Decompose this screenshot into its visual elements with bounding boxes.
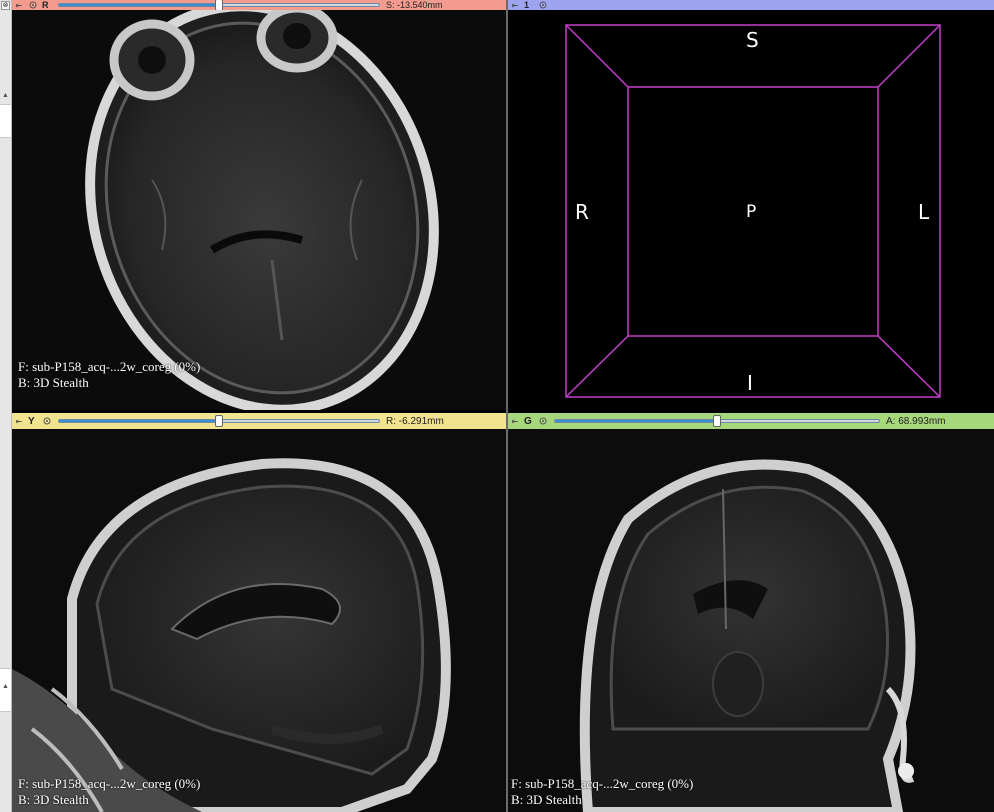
green-background-label: B: 3D Stealth [511, 792, 582, 807]
red-background-label: B: 3D Stealth [18, 375, 89, 390]
green-slice-controller: ⇤ G A: 68.993mm [508, 413, 994, 429]
pin-icon[interactable]: ⇤ [510, 417, 520, 426]
view-divider [506, 0, 508, 812]
slice-settings-icon[interactable] [538, 417, 548, 425]
orientation-inferior: I [747, 371, 753, 395]
slice-settings-icon[interactable] [42, 417, 52, 425]
orientation-right: R [575, 200, 589, 224]
orientation-left: L [918, 200, 930, 224]
green-offset-slider[interactable] [554, 415, 880, 427]
red-slice-controller: ⇤ R S: -13.540mm [12, 0, 506, 11]
yellow-slice-controller: ⇤ Y R: -6.291mm [12, 413, 506, 429]
slice-settings-icon[interactable] [28, 1, 38, 9]
red-slice-view[interactable]: F: sub-P158_acq-...2w_coreg (0%) B: 3D S… [12, 10, 506, 410]
pin-icon[interactable]: ⇤ [14, 1, 24, 10]
green-slice-view[interactable]: F: sub-P158_acq-...2w_coreg (0%) B: 3D S… [508, 429, 994, 812]
yellow-background-label: B: 3D Stealth [18, 792, 89, 807]
green-slider-handle[interactable] [713, 415, 721, 427]
left-panel-section-lower [0, 668, 11, 712]
orientation-superior: S [746, 28, 759, 52]
threed-view-label: 1 [524, 0, 530, 10]
green-offset-value: A: 68.993mm [886, 415, 946, 427]
threed-view[interactable]: S I R L P [508, 10, 994, 410]
green-foreground-label: F: sub-P158_acq-...2w_coreg (0%) [511, 776, 694, 791]
pin-icon[interactable]: ⇤ [14, 417, 24, 426]
caret-up-icon: ▲ [2, 92, 9, 99]
red-foreground-label: F: sub-P158_acq-...2w_coreg (0%) [18, 359, 201, 374]
coronal-brain-image [508, 429, 994, 812]
yellow-slider-handle[interactable] [215, 415, 223, 427]
collapse-icon[interactable]: ⊗ [1, 1, 10, 10]
axial-brain-image [12, 10, 506, 410]
yellow-offset-value: R: -6.291mm [386, 415, 444, 427]
red-offset-slider[interactable] [58, 0, 380, 11]
sagittal-brain-image [12, 429, 506, 812]
yellow-offset-slider[interactable] [58, 415, 380, 427]
pin-icon[interactable]: ⇤ [510, 1, 520, 10]
threed-settings-icon[interactable] [538, 1, 548, 9]
left-panel-strip: ⊗ ▲ ▲ [0, 0, 12, 812]
orientation-posterior: P [746, 202, 757, 222]
caret-down-icon: ▲ [2, 683, 9, 690]
threed-view-controller: ⇤ 1 [508, 0, 994, 10]
yellow-slice-view[interactable]: F: sub-P158_acq-...2w_coreg (0%) B: 3D S… [12, 429, 506, 812]
yellow-view-letter: Y [28, 415, 35, 427]
left-panel-section [0, 104, 11, 138]
green-view-letter: G [524, 415, 532, 427]
red-view-letter: R [42, 0, 49, 10]
yellow-foreground-label: F: sub-P158_acq-...2w_coreg (0%) [18, 776, 201, 791]
red-offset-value: S: -13.540mm [386, 0, 443, 10]
